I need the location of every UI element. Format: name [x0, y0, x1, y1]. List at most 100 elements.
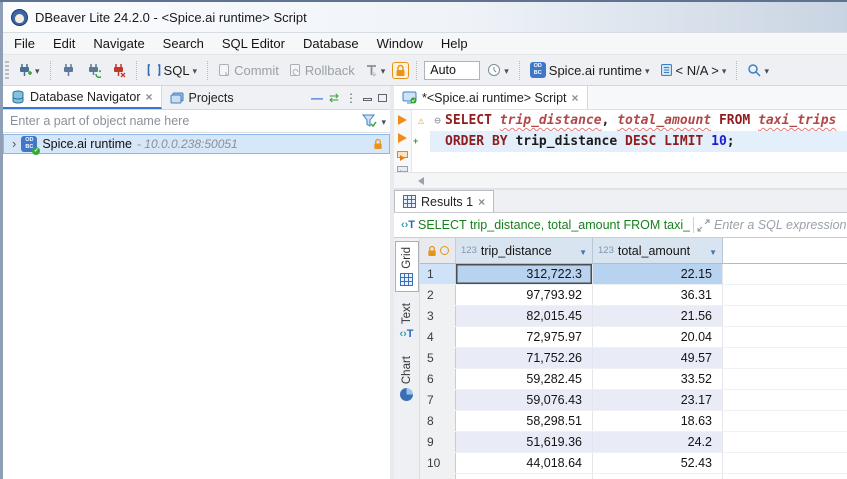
close-icon[interactable]: [145, 90, 152, 104]
data-grid[interactable]: 123trip_distance123total_amount 1312,722…: [420, 238, 847, 479]
fold-marker-cell[interactable]: [430, 113, 445, 128]
commit-mode-combo[interactable]: Auto: [424, 61, 480, 80]
disconnect-button[interactable]: [108, 61, 129, 80]
execute-new-tab-icon[interactable]: [398, 133, 407, 143]
grid-cell[interactable]: 21.56: [593, 306, 723, 326]
row-number[interactable]: 9: [420, 432, 456, 452]
table-row[interactable]: 1312,722.322.15: [420, 264, 847, 285]
grid-cell[interactable]: 71,752.26: [456, 348, 593, 368]
tab-script-editor[interactable]: *<Spice.ai runtime> Script: [394, 86, 588, 109]
connection-lock-toggle[interactable]: [392, 62, 409, 79]
menu-item-database[interactable]: Database: [294, 34, 368, 53]
object-filter-input[interactable]: [10, 114, 362, 128]
minimize-view-icon[interactable]: —: [308, 91, 326, 105]
table-row[interactable]: 297,793.9236.31: [420, 285, 847, 306]
close-icon[interactable]: [572, 91, 579, 105]
grid-cell[interactable]: 20.04: [593, 327, 723, 347]
menu-item-window[interactable]: Window: [368, 34, 432, 53]
active-connection-selector[interactable]: OD BC Spice.ai runtime: [527, 59, 653, 81]
row-number[interactable]: 5: [420, 348, 456, 368]
row-number[interactable]: 1: [420, 264, 456, 284]
new-connection-button[interactable]: [14, 59, 43, 81]
menu-item-edit[interactable]: Edit: [44, 34, 84, 53]
column-header-trip_distance[interactable]: 123trip_distance: [456, 238, 593, 263]
scroll-left-icon[interactable]: [418, 177, 424, 185]
sort-filter-icon[interactable]: [709, 242, 717, 260]
close-icon[interactable]: [478, 195, 485, 209]
table-row[interactable]: 571,752.2649.57: [420, 348, 847, 369]
link-editor-icon[interactable]: ⇄: [326, 91, 342, 105]
grid-cell[interactable]: 49.57: [593, 348, 723, 368]
row-number[interactable]: 3: [420, 306, 456, 326]
search-button[interactable]: [744, 59, 772, 81]
maximize-panel-icon[interactable]: [378, 94, 387, 102]
table-row[interactable]: 382,015.4521.56: [420, 306, 847, 327]
menu-item-help[interactable]: Help: [432, 34, 477, 53]
column-header-total_amount[interactable]: 123total_amount: [593, 238, 723, 263]
filter-funnel-icon[interactable]: [362, 114, 377, 128]
table-row[interactable]: 951,619.3624.2: [420, 432, 847, 453]
tab-results-1[interactable]: Results 1: [394, 190, 494, 212]
view-tab-grid[interactable]: Grid: [395, 241, 419, 292]
grid-cell[interactable]: 72,975.97: [456, 327, 593, 347]
grid-cell[interactable]: 59,076.43: [456, 390, 593, 410]
grid-cell[interactable]: 24.2: [593, 432, 723, 452]
table-row[interactable]: 759,076.4323.17: [420, 390, 847, 411]
grid-cell[interactable]: 59,282.45: [456, 369, 593, 389]
table-row[interactable]: 659,282.4533.52: [420, 369, 847, 390]
grid-cell[interactable]: 51,619.36: [456, 432, 593, 452]
commit-button[interactable]: Commit: [215, 61, 282, 80]
connection-tree-item[interactable]: OD BC Spice.ai runtime - 10.0.0.238:5005…: [3, 134, 390, 154]
grid-cell[interactable]: 52.43: [593, 453, 723, 473]
expand-icon[interactable]: [697, 219, 710, 232]
row-number[interactable]: 7: [420, 390, 456, 410]
row-number[interactable]: 8: [420, 411, 456, 431]
grid-cell[interactable]: 97,793.92: [456, 285, 593, 305]
grid-cell[interactable]: 22.15: [593, 264, 723, 284]
tab-database-navigator[interactable]: Database Navigator: [3, 86, 162, 109]
menu-item-search[interactable]: Search: [154, 34, 213, 53]
rollback-button[interactable]: Rollback: [286, 61, 358, 80]
view-menu-icon[interactable]: ⋮: [342, 91, 360, 105]
view-tab-text[interactable]: Text: [395, 298, 419, 345]
tab-projects[interactable]: Projects: [162, 86, 242, 109]
grid-cell[interactable]: 82,015.45: [456, 306, 593, 326]
grid-cell[interactable]: [593, 474, 723, 479]
transaction-log-button[interactable]: [484, 59, 512, 81]
code-line[interactable]: ORDER BY trip_distance DESC LIMIT 10;: [412, 131, 847, 152]
table-row[interactable]: 472,975.9720.04: [420, 327, 847, 348]
sql-code-area[interactable]: SELECT trip_distance, total_amount FROM …: [412, 110, 847, 172]
grid-cell[interactable]: 36.31: [593, 285, 723, 305]
menu-item-file[interactable]: File: [5, 34, 44, 53]
grid-cell[interactable]: 58,298.51: [456, 411, 593, 431]
grid-cell[interactable]: 44,018.64: [456, 453, 593, 473]
chevron-down-icon[interactable]: [381, 112, 386, 130]
view-tab-chart[interactable]: Chart: [395, 351, 419, 406]
row-number[interactable]: 6: [420, 369, 456, 389]
grid-cell[interactable]: 33.52: [593, 369, 723, 389]
results-filter-bar[interactable]: SELECT trip_distance, total_amount FROM …: [394, 213, 847, 238]
grid-cell[interactable]: [456, 474, 593, 479]
grid-cell[interactable]: 312,722.3: [456, 264, 593, 284]
row-number[interactable]: 4: [420, 327, 456, 347]
expander-chevron-icon[interactable]: [12, 135, 16, 153]
table-row[interactable]: 1044,018.6452.43: [420, 453, 847, 474]
grid-cell[interactable]: 23.17: [593, 390, 723, 410]
table-row[interactable]: 858,298.5118.63: [420, 411, 847, 432]
sql-editor-button[interactable]: SQL: [144, 59, 201, 81]
row-number[interactable]: [420, 474, 456, 479]
reconnect-button[interactable]: [83, 61, 104, 80]
minimize-panel-icon[interactable]: [363, 98, 372, 101]
collapse-icon[interactable]: [434, 113, 441, 128]
menu-item-navigate[interactable]: Navigate: [84, 34, 153, 53]
grid-cell[interactable]: 18.63: [593, 411, 723, 431]
sql-editor-body[interactable]: SELECT trip_distance, total_amount FROM …: [394, 110, 847, 172]
menu-item-sql-editor[interactable]: SQL Editor: [213, 34, 294, 53]
table-row[interactable]: [420, 474, 847, 479]
transaction-mode-button[interactable]: [362, 59, 389, 81]
row-number[interactable]: 10: [420, 453, 456, 473]
execute-script-icon[interactable]: [397, 151, 408, 158]
connect-button[interactable]: [58, 61, 79, 80]
code-line[interactable]: SELECT trip_distance, total_amount FROM …: [412, 110, 847, 131]
grid-corner-cell[interactable]: [420, 238, 456, 263]
